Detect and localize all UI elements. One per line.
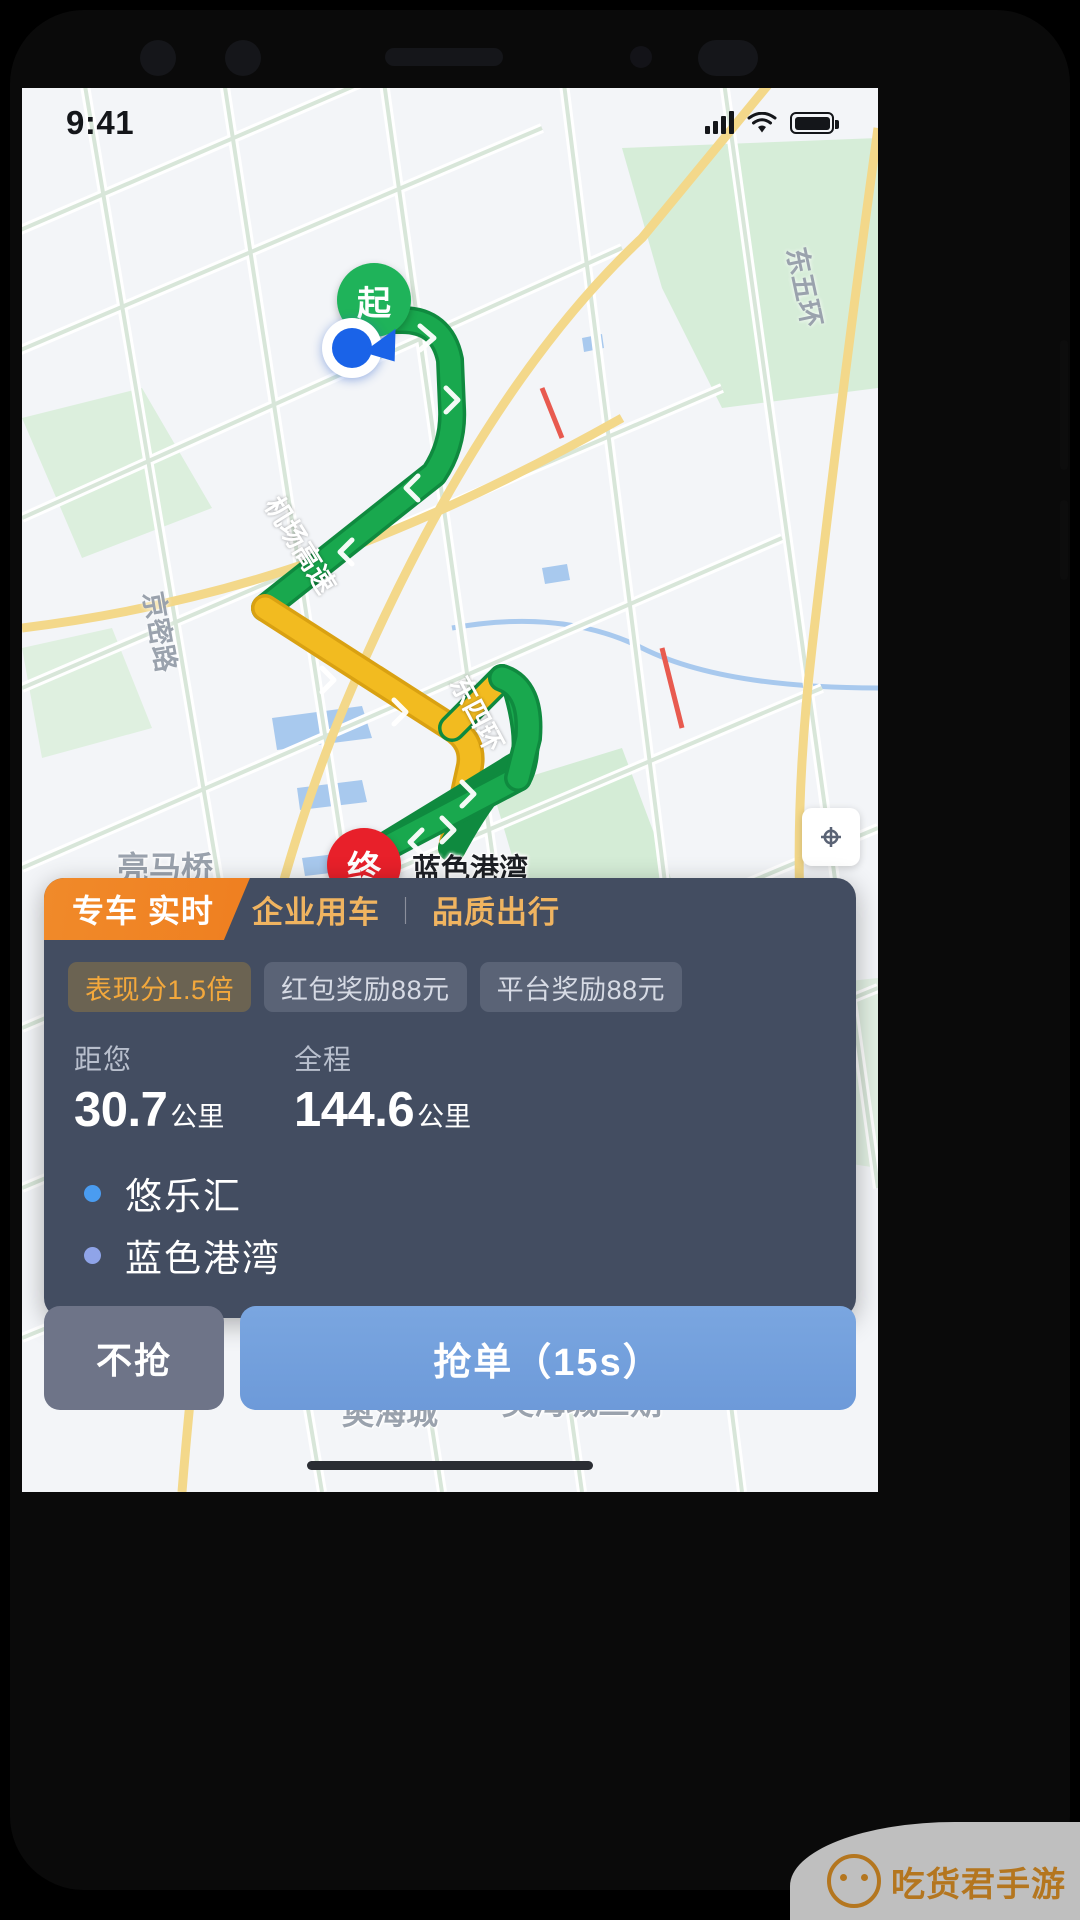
metric-total-distance: 全程 144.6 公里 [294, 1038, 504, 1138]
accept-order-button[interactable]: 抢单（15s） [240, 1306, 856, 1410]
home-indicator[interactable] [307, 1461, 593, 1470]
watermark-face-icon [827, 1854, 881, 1908]
metric-distance-to-you-value: 30.7 [74, 1083, 168, 1137]
tab-separator: ｜ [392, 896, 420, 927]
tab-premium-realtime[interactable]: 专车 实时 [44, 878, 250, 940]
order-card: 专车 实时 企业用车 ｜ 品质出行 表现分1.5倍 红包奖励88元 平台奖励88… [44, 878, 856, 1318]
list-item-pickup: 悠乐汇 [74, 1162, 826, 1224]
battery-icon [790, 112, 839, 134]
sensor-icon [225, 40, 261, 76]
locate-icon [821, 827, 841, 847]
badge-performance-multiplier: 表现分1.5倍 [68, 962, 252, 1012]
badge-redpacket-reward: 红包奖励88元 [264, 962, 467, 1012]
metric-total-distance-label: 全程 [294, 1044, 353, 1075]
metric-distance-to-you: 距您 30.7 公里 [74, 1038, 284, 1138]
dropoff-address: 蓝色港湾 [125, 1238, 281, 1279]
earpiece-speaker [385, 48, 503, 66]
watermark: 吃货君手游 [750, 1822, 1080, 1920]
status-bar-icons [705, 111, 839, 135]
signal-bars-icon [705, 111, 734, 134]
notch-speaker [698, 40, 758, 76]
order-card-subtitle: 企业用车 ｜ 品质出行 [252, 878, 560, 940]
front-camera-icon [140, 40, 176, 76]
tab-quality-label: 品质出行 [432, 894, 560, 930]
phone-screen: 起 终 蓝色港湾 机场高速 京密路 东四环 东五环 亮马桥 奥海城 奥海城三 [22, 88, 878, 1492]
reward-badge-row: 表现分1.5倍 红包奖励88元 平台奖励88元 [44, 940, 856, 1012]
start-marker-label: 起 [357, 284, 391, 323]
distance-metrics: 距您 30.7 公里 全程 144.6 公里 [44, 1012, 856, 1138]
power-button[interactable] [1060, 500, 1068, 580]
metric-distance-to-you-label: 距您 [74, 1044, 133, 1075]
watermark-text: 吃货君手游 [891, 1865, 1066, 1904]
order-card-header: 专车 实时 企业用车 ｜ 品质出行 [44, 878, 856, 940]
map-locate-button[interactable] [802, 808, 860, 866]
tab-enterprise-label: 企业用车 [252, 894, 380, 930]
badge-platform-reward: 平台奖励88元 [479, 962, 683, 1012]
dropoff-dot-icon [84, 1246, 101, 1264]
stop-list: 悠乐汇 蓝色港湾 [44, 1138, 856, 1318]
volume-button[interactable] [1060, 340, 1068, 470]
status-bar-time: 9:41 [66, 104, 135, 141]
action-bar: 不抢 抢单（15s） [44, 1306, 856, 1410]
list-item-dropoff: 蓝色港湾 [74, 1224, 826, 1286]
wifi-icon [747, 111, 777, 132]
decline-order-button[interactable]: 不抢 [44, 1306, 224, 1410]
proximity-sensor-icon [630, 46, 652, 68]
metric-total-distance-unit: 公里 [417, 1102, 472, 1132]
metric-distance-to-you-unit: 公里 [170, 1102, 225, 1132]
pickup-dot-icon [84, 1184, 101, 1202]
pickup-address: 悠乐汇 [125, 1176, 242, 1217]
metric-total-distance-value: 144.6 [294, 1083, 415, 1137]
screenshot-root: 起 终 蓝色港湾 机场高速 京密路 东四环 东五环 亮马桥 奥海城 奥海城三 [0, 0, 1080, 1920]
status-bar: 9:41 [22, 88, 878, 158]
